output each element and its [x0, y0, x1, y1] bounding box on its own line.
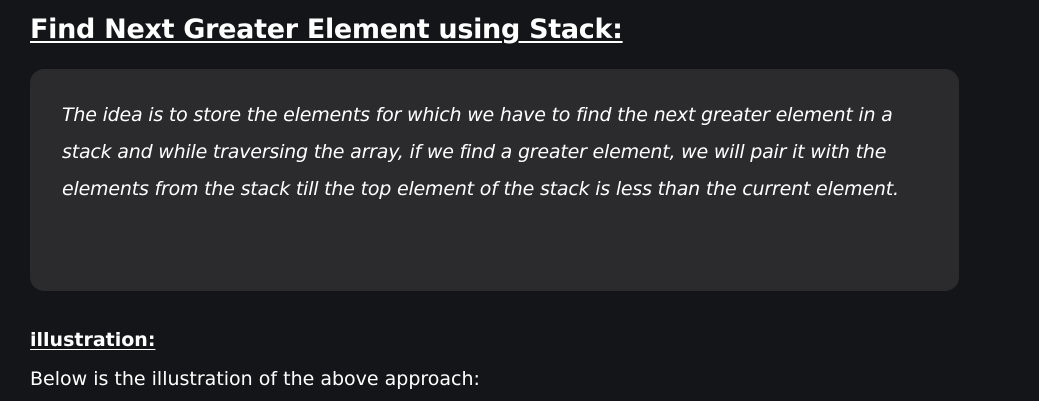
illustration-intro-text: Below is the illustration of the above a… [30, 368, 480, 390]
callout-text: The idea is to store the elements for wh… [62, 104, 899, 200]
article-page: Find Next Greater Element using Stack: T… [0, 0, 1039, 401]
approach-callout-box: The idea is to store the elements for wh… [30, 69, 959, 291]
section-heading: Find Next Greater Element using Stack: [30, 14, 623, 45]
illustration-heading: illustration: [30, 329, 156, 351]
